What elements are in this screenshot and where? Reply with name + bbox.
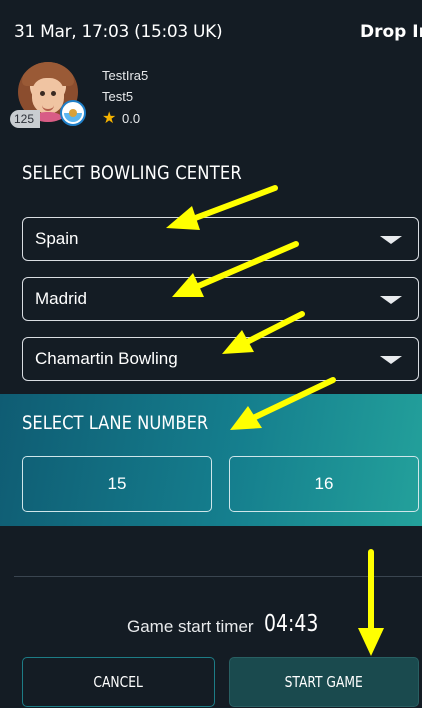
annotation-arrow-venue: [222, 311, 305, 354]
annotation-arrow-start: [358, 549, 384, 656]
annotation-arrow-city: [172, 241, 299, 297]
annotation-arrows: [166, 185, 384, 656]
annotation-arrow-country: [166, 185, 278, 230]
annotation-arrow-lane: [230, 377, 336, 430]
